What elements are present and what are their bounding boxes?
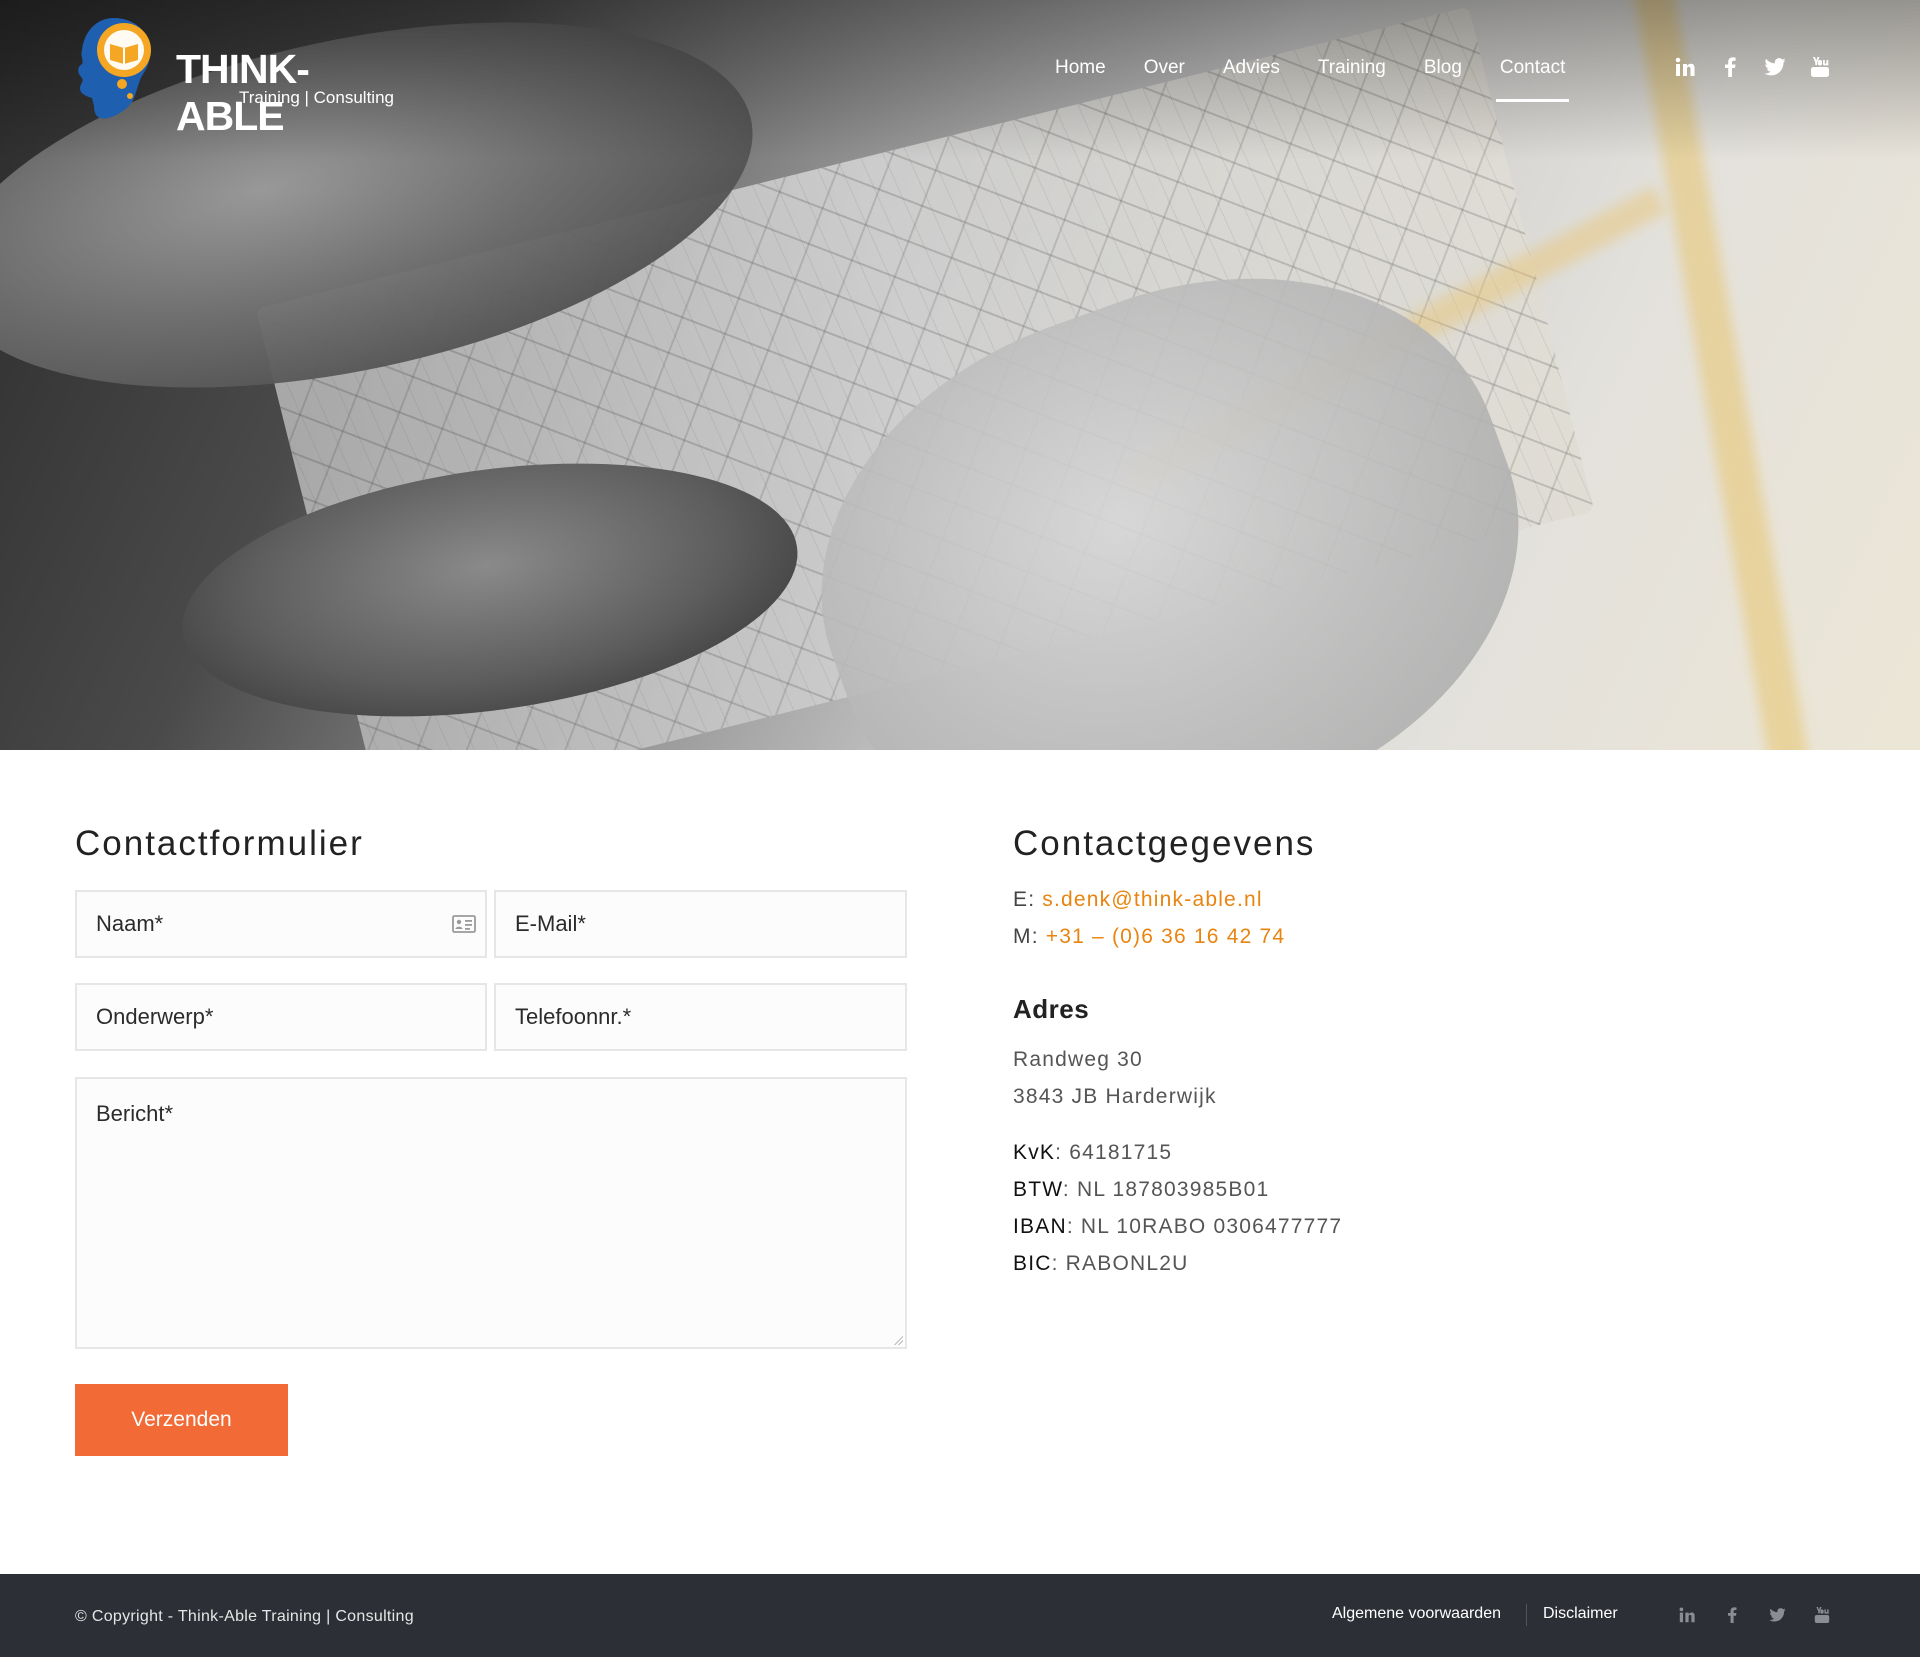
name-field[interactable]: Naam* (75, 890, 487, 958)
twitter-icon[interactable] (1766, 1604, 1788, 1626)
address-city: 3843 JB Harderwijk (1013, 1085, 1217, 1108)
contact-phone-line: M: +31 – (0)6 36 16 42 74 (1013, 925, 1285, 949)
copyright-text: © Copyright - Think-Able Training | Cons… (75, 1608, 414, 1625)
social-links-header (1674, 56, 1854, 78)
btw-line: BTW: NL 187803985B01 (1013, 1178, 1269, 1202)
logo-head-icon (78, 18, 151, 119)
email-field[interactable]: E-Mail* (494, 890, 907, 958)
address-street: Randweg 30 (1013, 1048, 1143, 1071)
subject-field-placeholder: Onderwerp* (96, 1004, 214, 1029)
kvk-value: : 64181715 (1055, 1141, 1173, 1164)
contact-form-title: Contactformulier (75, 824, 364, 863)
nav-item-over[interactable]: Over (1144, 57, 1185, 79)
kvk-label: KvK (1013, 1141, 1056, 1164)
iban-label: IBAN (1013, 1215, 1067, 1238)
logo-tagline: Training | Consulting (239, 88, 394, 107)
iban-value: : NL 10RABO 0306477777 (1066, 1215, 1343, 1238)
nav-item-home[interactable]: Home (1055, 57, 1106, 79)
iban-line: IBAN: NL 10RABO 0306477777 (1013, 1215, 1342, 1239)
site-footer: © Copyright - Think-Able Training | Cons… (0, 1574, 1920, 1657)
nav-item-contact[interactable]: Contact (1495, 57, 1570, 102)
youtube-icon[interactable] (1809, 56, 1831, 78)
contact-email-line: E: s.denk@think-able.nl (1013, 888, 1263, 912)
phone-field-placeholder: Telefoonnr.* (515, 1004, 632, 1029)
btw-label: BTW (1013, 1178, 1063, 1201)
nav-item-advies[interactable]: Advies (1223, 57, 1280, 79)
subject-field[interactable]: Onderwerp* (75, 983, 487, 1051)
email-label: E: (1013, 888, 1036, 911)
social-links-footer (1676, 1604, 1856, 1626)
site-logo[interactable]: THINK-ABLE Training | Consulting (74, 10, 394, 139)
terms-link[interactable]: Algemene voorwaarden (1332, 1605, 1501, 1623)
message-textarea[interactable]: Bericht* (75, 1077, 907, 1349)
nav-item-blog[interactable]: Blog (1424, 57, 1462, 79)
twitter-icon[interactable] (1764, 56, 1786, 78)
phone-field[interactable]: Telefoonnr.* (494, 983, 907, 1051)
facebook-icon[interactable] (1721, 1604, 1743, 1626)
facebook-icon[interactable] (1719, 56, 1741, 78)
main-nav: Home Over Advies Training Blog Contact (1055, 57, 1603, 102)
linkedin-icon[interactable] (1674, 56, 1696, 78)
bic-line: BIC: RABONL2U (1013, 1252, 1188, 1276)
youtube-icon[interactable] (1811, 1604, 1833, 1626)
btw-value: : NL 187803985B01 (1062, 1178, 1270, 1201)
phone-link[interactable]: +31 – (0)6 36 16 42 74 (1046, 925, 1286, 948)
linkedin-icon[interactable] (1676, 1604, 1698, 1626)
nav-item-training[interactable]: Training (1318, 57, 1386, 79)
resize-handle-icon[interactable] (893, 1335, 903, 1345)
name-field-placeholder: Naam* (96, 911, 164, 936)
contact-info-title: Contactgegevens (1013, 824, 1316, 863)
contact-card-icon (452, 915, 476, 933)
address-title: Adres (1013, 994, 1090, 1024)
submit-button[interactable]: Verzenden (75, 1384, 288, 1456)
footer-divider (1526, 1604, 1527, 1626)
phone-label: M: (1013, 925, 1039, 948)
disclaimer-link[interactable]: Disclaimer (1543, 1605, 1618, 1623)
email-link[interactable]: s.denk@think-able.nl (1042, 888, 1262, 911)
bic-label: BIC (1013, 1252, 1052, 1275)
message-placeholder: Bericht* (96, 1101, 174, 1126)
kvk-line: KvK: 64181715 (1013, 1141, 1172, 1165)
bic-value: : RABONL2U (1051, 1252, 1189, 1275)
email-field-placeholder: E-Mail* (515, 911, 586, 936)
